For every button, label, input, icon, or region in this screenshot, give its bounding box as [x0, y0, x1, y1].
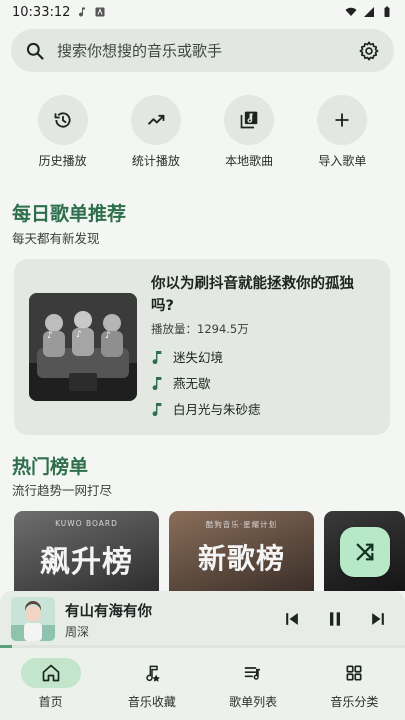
track-title: 白月光与朱砂痣: [173, 402, 261, 417]
quick-action-import[interactable]: 导入歌单: [302, 95, 382, 169]
skip-next-icon[interactable]: [368, 609, 388, 629]
bottom-navigation: 首页 音乐收藏 歌单列表 音乐分类: [0, 648, 405, 720]
playlist-icon: [244, 667, 261, 680]
quick-action-label: 历史播放: [38, 154, 87, 168]
search-bar[interactable]: 搜索你想搜的音乐或歌手: [11, 29, 394, 72]
music-notification-icon: [79, 7, 86, 17]
chart-card-new-songs[interactable]: 酷狗音乐·星耀计划 新歌榜: [169, 511, 314, 591]
quick-action-label: 本地歌曲: [225, 154, 274, 168]
track-title: 燕无歇: [173, 376, 211, 391]
now-playing-title: 有山有海有你: [65, 604, 152, 620]
nav-music-collection[interactable]: 音乐收藏: [101, 648, 202, 720]
shuffle-icon: [356, 543, 374, 561]
quick-action-history[interactable]: 历史播放: [23, 95, 103, 169]
quick-actions: 历史播放 统计播放 本地歌曲 导入歌单: [0, 95, 405, 169]
svg-text:♪: ♪: [105, 331, 111, 341]
battery-icon: [384, 6, 390, 17]
nav-music-category[interactable]: 音乐分类: [304, 648, 405, 720]
nav-playlist-list[interactable]: 歌单列表: [203, 648, 304, 720]
charts-section-subtitle: 流行趋势一网打尽: [12, 483, 113, 498]
now-playing-artist: 周深: [65, 625, 90, 639]
playlist-track[interactable]: 迷失幻境: [151, 347, 223, 366]
daily-section-title: 每日歌单推荐: [12, 203, 127, 225]
quick-action-label: 导入歌单: [318, 154, 367, 168]
status-bar: 10:33:12: [0, 0, 405, 24]
playlist-play-count: 播放量：1294.5万: [151, 322, 249, 336]
category-icon: [346, 665, 362, 681]
nav-label: 歌单列表: [229, 695, 278, 709]
gear-icon: [359, 40, 379, 61]
quick-action-label: 统计播放: [131, 154, 180, 168]
svg-text:♪: ♪: [47, 331, 53, 341]
quick-action-local[interactable]: 本地歌曲: [209, 95, 289, 169]
skip-previous-icon[interactable]: [282, 609, 302, 629]
playlist-cover-image: ♪ ♪ ♪: [29, 293, 137, 401]
home-icon: [42, 664, 59, 682]
music-note-icon: [151, 350, 165, 364]
add-icon: [335, 113, 350, 127]
nav-home[interactable]: 首页: [0, 648, 101, 720]
status-time: 10:33:12: [12, 4, 71, 20]
settings-button[interactable]: [358, 40, 380, 62]
music-note-icon: [151, 376, 165, 390]
playlist-title: 你以为刷抖音就能拯救你的孤独吗?: [151, 276, 354, 314]
track-title: 迷失幻境: [173, 350, 224, 365]
wifi-icon: [345, 7, 357, 16]
chart-brand: KUWO BOARD: [55, 519, 118, 528]
search-input[interactable]: 搜索你想搜的音乐或歌手: [57, 40, 358, 61]
music-note-icon: [151, 402, 165, 416]
search-icon: [26, 42, 44, 60]
pause-icon[interactable]: [325, 609, 345, 629]
library-music-icon: [240, 111, 258, 129]
playlist-track[interactable]: 白月光与朱砂痣: [151, 399, 261, 418]
charts-section-title: 热门榜单: [12, 456, 89, 478]
nav-label: 首页: [38, 695, 63, 709]
app-notification-icon: [95, 7, 105, 17]
daily-section-subtitle: 每天都有新发现: [12, 231, 100, 246]
nav-label: 音乐收藏: [127, 695, 176, 709]
music-collection-icon: [146, 665, 160, 682]
daily-playlist-card[interactable]: ♪ ♪ ♪ 你以为刷抖音就能拯救你的孤独吗? 播放量：1294.5万 迷失幻境 …: [14, 259, 390, 435]
svg-text:♪: ♪: [76, 330, 82, 340]
playlist-track[interactable]: 燕无歇: [151, 373, 211, 392]
mini-player[interactable]: 有山有海有你 周深: [0, 591, 405, 647]
chart-name: 新歌榜: [197, 542, 285, 575]
history-icon: [54, 112, 71, 128]
chart-brand: 酷狗音乐·星耀计划: [205, 520, 278, 529]
nav-label: 音乐分类: [330, 695, 379, 709]
shuffle-play-button[interactable]: [340, 527, 390, 577]
trending-icon: [147, 114, 165, 125]
signal-icon: [364, 7, 374, 17]
chart-name: 飙升榜: [40, 545, 133, 580]
quick-action-stats[interactable]: 统计播放: [116, 95, 196, 169]
now-playing-cover: [11, 597, 55, 641]
chart-card-soaring[interactable]: KUWO BOARD 飙升榜: [14, 511, 159, 591]
